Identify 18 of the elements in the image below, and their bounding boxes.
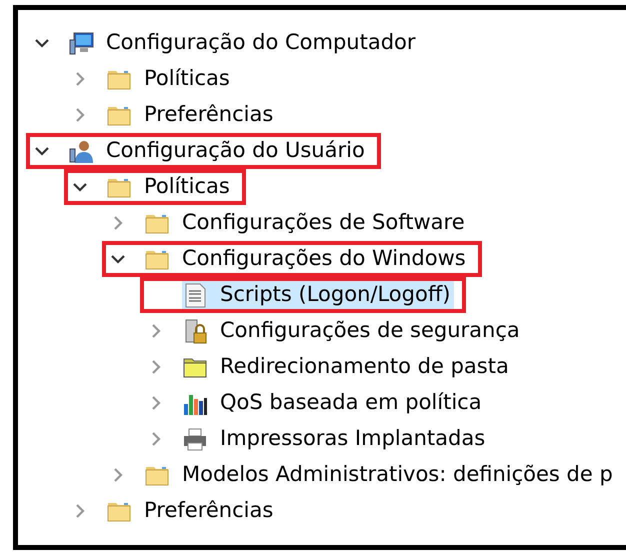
tree-item-label[interactable]: Configuração do Computador (106, 27, 416, 59)
selected-tree-item[interactable]: Scripts (Logon/Logoff) (182, 281, 454, 309)
tree-item-label[interactable]: QoS baseada em política (220, 387, 482, 419)
tree-item-label[interactable]: Configurações do Windows (182, 243, 466, 275)
tree-item-label[interactable]: Preferências (144, 495, 274, 527)
tree-item-label[interactable]: Configuração do Usuário (106, 135, 365, 167)
tree-item-label[interactable]: Políticas (144, 63, 230, 95)
tree-item-label[interactable]: Preferências (144, 99, 274, 131)
tree-item-label[interactable]: Configurações de Software (182, 207, 465, 239)
tree-item-label[interactable]: Políticas (144, 171, 230, 203)
tree-item-label[interactable]: Modelos Administrativos: definições de p (182, 459, 613, 491)
tree-item-label[interactable]: Impressoras Implantadas (220, 423, 486, 455)
printer-icon (182, 426, 208, 452)
tree-item-label[interactable]: Scripts (Logon/Logoff) (220, 279, 450, 311)
tree-item-label[interactable]: Configurações de segurança (220, 315, 520, 347)
user-icon (68, 138, 94, 164)
computer-icon (68, 30, 94, 56)
tree-item-label[interactable]: Redirecionamento de pasta (220, 351, 509, 383)
